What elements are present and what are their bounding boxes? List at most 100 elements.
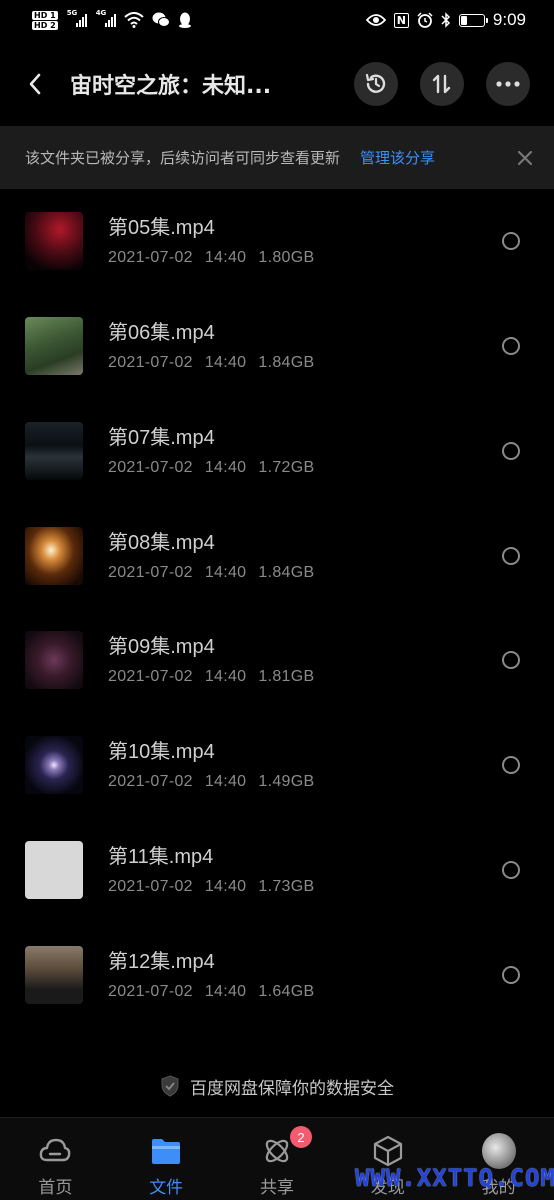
file-name: 第08集.mp4 bbox=[108, 531, 215, 554]
file-name: 第10集.mp4 bbox=[108, 741, 215, 764]
select-checkbox[interactable] bbox=[502, 756, 520, 775]
share-orbit-icon: 2 bbox=[260, 1126, 312, 1168]
file-name: 第11集.mp4 bbox=[108, 845, 214, 868]
file-name: 第12集.mp4 bbox=[108, 950, 215, 973]
select-checkbox[interactable] bbox=[502, 232, 520, 251]
file-size: 1.73GB bbox=[258, 877, 315, 895]
file-time: 14:40 bbox=[204, 354, 247, 372]
video-thumbnail bbox=[25, 840, 83, 899]
nav-home[interactable]: 首页 bbox=[0, 1118, 111, 1200]
back-button[interactable] bbox=[0, 50, 70, 118]
file-name: 第09集.mp4 bbox=[108, 636, 215, 659]
history-button[interactable] bbox=[354, 62, 398, 106]
file-time: 14:40 bbox=[204, 773, 247, 791]
safety-note-text: 百度网盘保障你的数据安全 bbox=[190, 1078, 394, 1099]
sim2-label: HD 2 bbox=[32, 20, 58, 30]
file-meta: 2021-07-02 14:40 1.80GB bbox=[108, 249, 502, 267]
file-time: 14:40 bbox=[204, 563, 247, 581]
clock: 9:09 bbox=[492, 10, 526, 29]
file-info: 第07集.mp4 2021-07-02 14:40 1.72GB bbox=[108, 425, 502, 477]
file-meta: 2021-07-02 14:40 1.49GB bbox=[108, 773, 502, 791]
safety-note: 百度网盘保障你的数据安全 bbox=[0, 1070, 554, 1102]
file-date: 2021-07-02 bbox=[108, 668, 193, 686]
status-bar: HD 1 HD 2 5G 4G N 9:09 bbox=[0, 0, 554, 40]
select-checkbox[interactable] bbox=[502, 337, 520, 356]
more-horizontal-icon bbox=[496, 81, 520, 87]
file-date: 2021-07-02 bbox=[108, 458, 193, 476]
sim1-label: HD 1 bbox=[32, 10, 58, 20]
file-info: 第08集.mp4 2021-07-02 14:40 1.84GB bbox=[108, 530, 502, 582]
notice-close-button[interactable] bbox=[496, 126, 554, 189]
file-row[interactable]: 第08集.mp4 2021-07-02 14:40 1.84GB bbox=[0, 503, 554, 608]
share-notice-text: 该文件夹已被分享，后续访问者可同步查看更新 bbox=[25, 149, 341, 167]
file-list: 第05集.mp4 2021-07-02 14:40 1.80GB 第06集.mp4 … bbox=[0, 189, 554, 1027]
cloud-icon bbox=[38, 1134, 72, 1168]
header: 宙时空之旅：未知... bbox=[0, 50, 554, 118]
file-name: 第07集.mp4 bbox=[108, 426, 215, 449]
status-right: N 9:09 bbox=[365, 10, 526, 30]
select-checkbox[interactable] bbox=[502, 651, 520, 670]
watermark: WWW.XXTTQ.COM bbox=[355, 1164, 554, 1192]
sort-icon bbox=[432, 74, 451, 94]
file-date: 2021-07-02 bbox=[108, 563, 193, 581]
select-checkbox[interactable] bbox=[502, 965, 520, 984]
wechat-icon bbox=[152, 12, 170, 27]
file-meta: 2021-07-02 14:40 1.84GB bbox=[108, 564, 502, 582]
nfc-icon: N bbox=[393, 12, 409, 28]
file-time: 14:40 bbox=[204, 982, 247, 1000]
file-row[interactable]: 第09集.mp4 2021-07-02 14:40 1.81GB bbox=[0, 608, 554, 713]
file-meta: 2021-07-02 14:40 1.73GB bbox=[108, 878, 502, 896]
select-checkbox[interactable] bbox=[502, 546, 520, 565]
file-date: 2021-07-02 bbox=[108, 877, 193, 895]
video-thumbnail bbox=[25, 526, 83, 585]
file-row[interactable]: 第12集.mp4 2021-07-02 14:40 1.64GB bbox=[0, 922, 554, 1027]
file-name: 第05集.mp4 bbox=[108, 217, 215, 240]
wifi-icon bbox=[124, 12, 144, 28]
bluetooth-icon bbox=[441, 12, 450, 28]
file-info: 第11集.mp4 2021-07-02 14:40 1.73GB bbox=[108, 844, 502, 896]
qq-icon bbox=[178, 12, 191, 28]
video-thumbnail bbox=[25, 317, 83, 376]
alarm-icon bbox=[417, 12, 433, 28]
nav-share[interactable]: 2 共享 bbox=[222, 1118, 333, 1200]
discover-cube-icon bbox=[371, 1134, 405, 1168]
nav-home-label: 首页 bbox=[38, 1178, 73, 1198]
file-size: 1.49GB bbox=[258, 773, 315, 791]
file-date: 2021-07-02 bbox=[108, 982, 193, 1000]
file-date: 2021-07-02 bbox=[108, 249, 193, 267]
file-size: 1.81GB bbox=[258, 668, 315, 686]
file-date: 2021-07-02 bbox=[108, 354, 193, 372]
net2-label: 4G bbox=[95, 9, 107, 17]
manage-share-link[interactable]: 管理该分享 bbox=[360, 147, 435, 168]
nav-share-label: 共享 bbox=[259, 1178, 294, 1198]
file-size: 1.64GB bbox=[258, 982, 315, 1000]
battery-icon bbox=[458, 13, 488, 27]
file-time: 14:40 bbox=[204, 458, 247, 476]
eye-icon bbox=[365, 14, 386, 26]
select-checkbox[interactable] bbox=[502, 441, 520, 460]
file-date: 2021-07-02 bbox=[108, 773, 193, 791]
select-checkbox[interactable] bbox=[502, 860, 520, 879]
chevron-left-icon bbox=[29, 73, 41, 95]
file-info: 第05集.mp4 2021-07-02 14:40 1.80GB bbox=[108, 215, 502, 267]
file-row[interactable]: 第06集.mp4 2021-07-02 14:40 1.84GB bbox=[0, 294, 554, 399]
video-thumbnail bbox=[25, 421, 83, 480]
nav-files[interactable]: 文件 bbox=[111, 1118, 222, 1200]
file-size: 1.84GB bbox=[258, 354, 315, 372]
sort-button[interactable] bbox=[420, 62, 464, 106]
file-row[interactable]: 第07集.mp4 2021-07-02 14:40 1.72GB bbox=[0, 399, 554, 504]
file-name: 第06集.mp4 bbox=[108, 322, 215, 345]
share-badge: 2 bbox=[289, 1126, 312, 1148]
avatar-icon bbox=[481, 1133, 516, 1169]
sim-indicators: HD 1 HD 2 bbox=[32, 10, 58, 30]
file-row[interactable]: 第11集.mp4 2021-07-02 14:40 1.73GB bbox=[0, 818, 554, 923]
history-icon bbox=[365, 73, 386, 93]
file-row[interactable]: 第05集.mp4 2021-07-02 14:40 1.80GB bbox=[0, 189, 554, 294]
file-info: 第09集.mp4 2021-07-02 14:40 1.81GB bbox=[108, 634, 502, 686]
file-time: 14:40 bbox=[204, 877, 247, 895]
file-row[interactable]: 第10集.mp4 2021-07-02 14:40 1.49GB bbox=[0, 713, 554, 818]
more-button[interactable] bbox=[486, 62, 530, 106]
video-thumbnail bbox=[25, 631, 83, 690]
video-thumbnail bbox=[25, 212, 83, 271]
file-size: 1.80GB bbox=[258, 249, 315, 267]
